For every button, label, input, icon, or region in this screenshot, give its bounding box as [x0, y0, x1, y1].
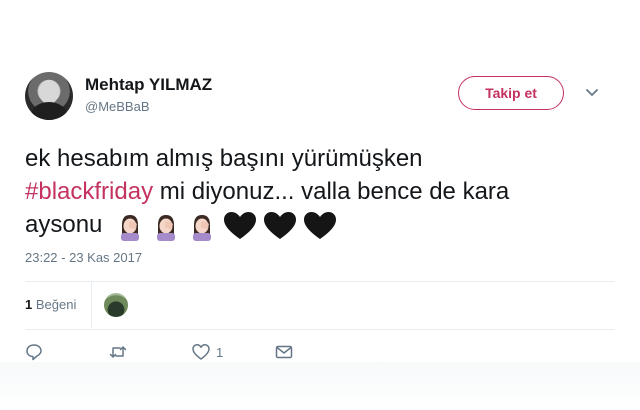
likes-count-number: 1	[25, 297, 33, 312]
tweet-timestamp[interactable]: 23:22 - 23 Kas 2017	[25, 250, 142, 265]
like-count: 1	[216, 344, 224, 360]
divider	[25, 281, 615, 282]
facepalm-icon	[157, 214, 176, 241]
bottom-fade	[0, 362, 640, 410]
reply-button[interactable]	[25, 343, 49, 361]
chevron-down-icon[interactable]	[585, 86, 599, 100]
reply-icon	[26, 344, 42, 361]
author-avatar[interactable]	[25, 72, 73, 120]
liker-avatar[interactable]	[104, 293, 128, 317]
tweet-card: Mehtap YILMAZ @MeBBaB Takip et ek hesabı…	[0, 0, 640, 410]
direct-message-button[interactable]	[275, 343, 293, 361]
black-heart-icon	[224, 211, 257, 239]
author-handle[interactable]: @MeBBaB	[85, 99, 150, 114]
likes-count-label: Beğeni	[35, 297, 77, 312]
divider	[25, 329, 615, 330]
tweet-text-line-3: aysonu	[25, 208, 615, 241]
envelope-icon	[275, 345, 293, 359]
follow-button[interactable]: Takip et	[458, 76, 564, 110]
facepalm-icon	[121, 214, 140, 241]
hashtag-link[interactable]: #blackfriday	[25, 178, 153, 205]
retweet-icon	[109, 346, 127, 358]
black-heart-icon	[304, 211, 337, 239]
facepalm-icon	[193, 214, 212, 241]
retweet-button[interactable]	[109, 343, 133, 361]
tweet-text: ek hesabım almış başını yürümüşken #blac…	[25, 142, 615, 241]
author-display-name[interactable]: Mehtap YILMAZ	[85, 75, 212, 95]
black-heart-icon	[264, 211, 297, 239]
tweet-text-line-1: ek hesabım almış başını yürümüşken	[25, 145, 423, 172]
emoji-group	[115, 211, 337, 241]
like-button[interactable]: 1	[192, 343, 223, 361]
heart-icon	[192, 344, 210, 360]
likes-summary[interactable]: 1 Beğeni	[25, 297, 76, 312]
tweet-text-line-2-rest: mi diyonuz... valla bence de kara	[153, 178, 510, 205]
likes-separator	[91, 282, 92, 328]
tweet-text-line-3-word: aysonu	[25, 211, 103, 238]
tweet-text-line-2: #blackfriday mi diyonuz... valla bence d…	[25, 175, 615, 208]
